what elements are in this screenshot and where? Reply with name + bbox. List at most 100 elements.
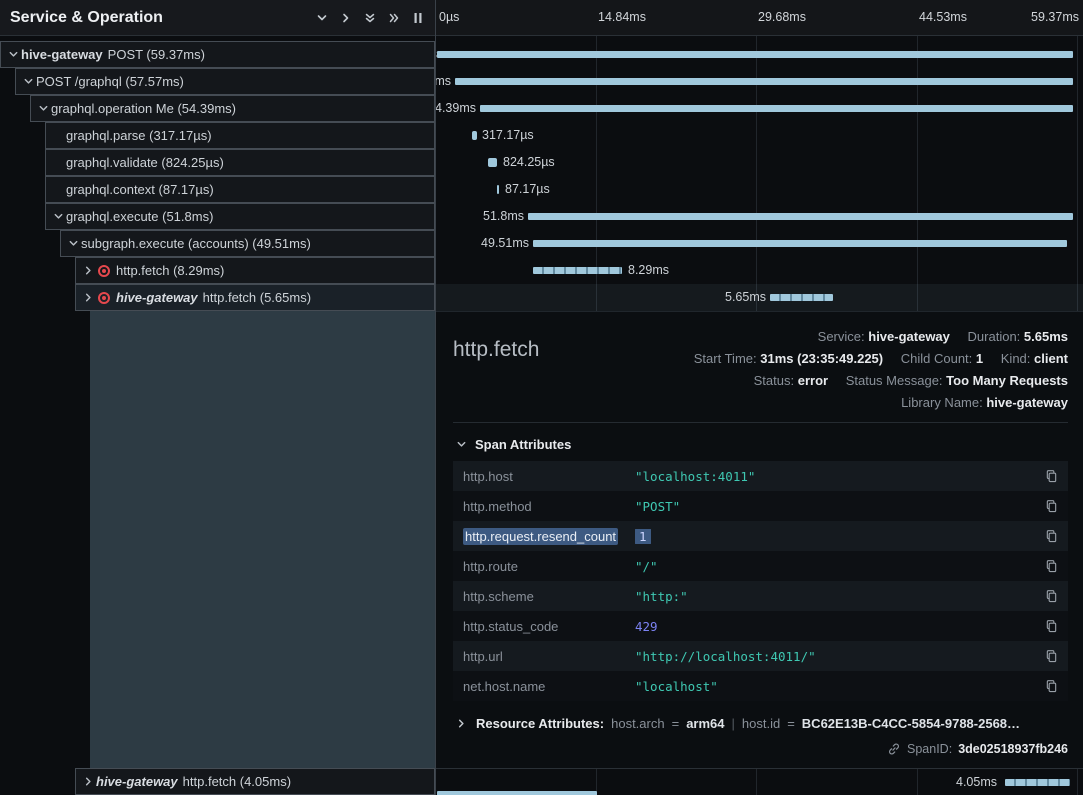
tree-row[interactable]: graphql.context (87.17µs) xyxy=(0,176,435,203)
timeline-tick: 29.68ms xyxy=(758,0,806,35)
timeline-row: 51.8ms xyxy=(436,203,1083,230)
span-bar[interactable] xyxy=(528,213,1073,220)
attribute-row: http.url "http://localhost:4011/" xyxy=(453,641,1068,671)
tree-row[interactable]: graphql.execute (51.8ms) xyxy=(0,203,435,230)
duration-label: 4.05ms xyxy=(956,769,997,795)
attribute-key: http.method xyxy=(453,499,635,514)
resource-key: host.arch xyxy=(611,716,664,731)
timeline-row: 59.37ms xyxy=(436,41,1083,68)
attribute-key: http.host xyxy=(453,469,635,484)
timeline-row-selected: 5.65ms xyxy=(436,284,1083,311)
timeline-row: 49.51ms xyxy=(436,230,1083,257)
tree-row[interactable]: subgraph.execute (accounts) (49.51ms) xyxy=(0,230,435,257)
attribute-key: http.route xyxy=(453,559,635,574)
chevron-right-icon[interactable] xyxy=(80,774,96,790)
copy-icon[interactable] xyxy=(1034,649,1068,663)
copy-icon[interactable] xyxy=(1034,529,1068,543)
copy-icon[interactable] xyxy=(1034,589,1068,603)
separator: | xyxy=(732,716,735,731)
attribute-value: "http:" xyxy=(635,589,1034,604)
span-label: graphql.parse (317.17µs) xyxy=(66,128,212,143)
chevron-down-icon[interactable] xyxy=(310,7,334,29)
timeline-tick: 14.84ms xyxy=(598,0,646,35)
gridline xyxy=(1077,769,1078,795)
meta-label: Child Count: xyxy=(901,351,973,366)
duration-label: 317.17µs xyxy=(482,122,534,149)
span-bar[interactable] xyxy=(455,78,1073,85)
span-bar[interactable] xyxy=(1005,779,1070,786)
attribute-row: http.route "/" xyxy=(453,551,1068,581)
meta-label: Duration: xyxy=(968,329,1021,344)
chevron-right-icon xyxy=(453,715,469,731)
tree-row[interactable]: graphql.validate (824.25µs) xyxy=(0,149,435,176)
tree-row[interactable]: http.fetch (8.29ms) xyxy=(0,257,435,284)
chevron-right-icon[interactable] xyxy=(80,263,96,279)
meta-label: Status: xyxy=(754,373,794,388)
attribute-row: http.method "POST" xyxy=(453,491,1068,521)
tree-row[interactable]: hive-gateway POST (59.37ms) xyxy=(0,41,435,68)
gridline xyxy=(756,769,757,795)
meta-value: 31ms (23:35:49.225) xyxy=(760,351,883,366)
resize-handle-icon[interactable] xyxy=(406,7,430,29)
resource-value: BC62E13B-C4CC-5854-9788-2568… xyxy=(802,716,1020,731)
chevron-down-icon[interactable] xyxy=(20,74,36,90)
span-bar[interactable] xyxy=(480,105,1073,112)
span-bar[interactable] xyxy=(488,158,497,167)
chevron-down-icon[interactable] xyxy=(50,209,66,225)
tree-row[interactable]: graphql.parse (317.17µs) xyxy=(0,122,435,149)
span-label: graphql.validate (824.25µs) xyxy=(66,155,224,170)
tree-row[interactable]: POST /graphql (57.57ms) xyxy=(0,68,435,95)
collapse-all-icon[interactable] xyxy=(382,7,406,29)
duration-label: 824.25µs xyxy=(503,149,555,176)
copy-icon[interactable] xyxy=(1034,619,1068,633)
tree-row[interactable]: graphql.operation Me (54.39ms) xyxy=(0,95,435,122)
span-attributes-section-header[interactable]: Span Attributes xyxy=(453,436,1068,452)
span-bar[interactable] xyxy=(770,294,833,301)
gridline xyxy=(917,769,918,795)
detail-meta: Service: hive-gateway Duration: 5.65ms S… xyxy=(694,326,1068,414)
chevron-down-icon[interactable] xyxy=(35,101,51,117)
attribute-value: "/" xyxy=(635,559,1034,574)
span-bar[interactable] xyxy=(472,131,477,140)
meta-value: client xyxy=(1034,351,1068,366)
tree-row[interactable]: hive-gateway http.fetch (4.05ms) xyxy=(0,768,435,795)
chevron-right-icon[interactable] xyxy=(80,290,96,306)
span-id-label: SpanID: xyxy=(907,742,952,756)
error-icon xyxy=(98,292,110,304)
copy-icon[interactable] xyxy=(1034,469,1068,483)
span-bar[interactable] xyxy=(533,267,622,274)
timeline-row: 57.57ms xyxy=(436,68,1083,95)
span-bar[interactable] xyxy=(437,51,1073,58)
attribute-row: http.scheme "http:" xyxy=(453,581,1068,611)
link-icon[interactable] xyxy=(887,742,901,756)
divider xyxy=(453,422,1068,423)
span-bar-partial[interactable] xyxy=(437,791,597,795)
meta-value: 1 xyxy=(976,351,983,366)
timeline-row: 8.29ms xyxy=(436,257,1083,284)
attribute-row: http.host "localhost:4011" xyxy=(453,461,1068,491)
resource-attributes-row[interactable]: Resource Attributes: host.arch = arm64 |… xyxy=(453,715,1068,731)
tree-row-selected[interactable]: hive-gateway http.fetch (5.65ms) xyxy=(0,284,435,311)
chevron-down-icon[interactable] xyxy=(5,47,21,63)
caret-spacer xyxy=(50,128,66,144)
span-tree: hive-gateway POST (59.37ms) POST /graphq… xyxy=(0,41,435,311)
copy-icon[interactable] xyxy=(1034,559,1068,573)
copy-icon[interactable] xyxy=(1034,499,1068,513)
chevron-down-icon[interactable] xyxy=(65,236,81,252)
span-bar[interactable] xyxy=(497,185,499,194)
timeline-row: 317.17µs xyxy=(436,122,1083,149)
section-title: Span Attributes xyxy=(475,437,571,452)
attribute-value: "localhost:4011" xyxy=(635,469,1034,484)
section-title: Resource Attributes: xyxy=(476,716,604,731)
caret-spacer xyxy=(50,182,66,198)
span-bar[interactable] xyxy=(533,240,1067,247)
service-operation-panel: Service & Operation hive-gateway xyxy=(0,0,436,795)
copy-icon[interactable] xyxy=(1034,679,1068,693)
equals-sign: = xyxy=(787,716,795,731)
expand-all-icon[interactable] xyxy=(358,7,382,29)
attribute-value: 1 xyxy=(635,529,1034,544)
equals-sign: = xyxy=(672,716,680,731)
span-label: POST /graphql (57.57ms) xyxy=(36,74,184,89)
chevron-right-icon[interactable] xyxy=(334,7,358,29)
service-name: hive-gateway xyxy=(21,47,103,62)
